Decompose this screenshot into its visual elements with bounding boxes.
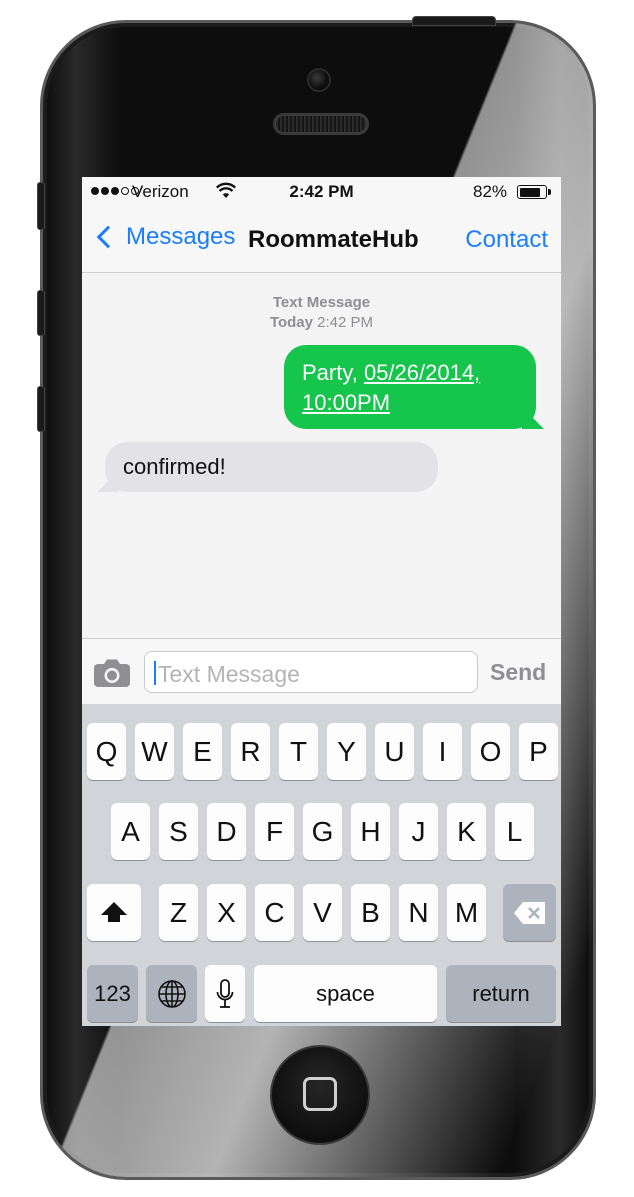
volume-up-button xyxy=(37,290,45,336)
chevron-left-icon xyxy=(96,225,120,249)
letter-key[interactable]: G xyxy=(303,803,342,860)
letter-key[interactable]: X xyxy=(207,884,246,941)
space-key[interactable]: space xyxy=(254,965,437,1022)
message-timestamp: Text Message Today 2:42 PM xyxy=(82,293,561,333)
letter-key[interactable]: J xyxy=(399,803,438,860)
message-type-label: Text Message xyxy=(272,294,371,311)
letter-key[interactable]: H xyxy=(351,803,390,860)
dictation-key[interactable] xyxy=(205,965,245,1022)
letter-key[interactable]: N xyxy=(399,884,438,941)
letter-key[interactable]: T xyxy=(279,723,318,780)
battery-percentage: 82% xyxy=(473,182,508,201)
sent-message-text: Party, xyxy=(302,360,364,385)
letter-key[interactable]: F xyxy=(255,803,294,860)
send-button[interactable]: Send xyxy=(490,659,546,686)
letter-key[interactable]: R xyxy=(231,723,270,780)
message-day: Today xyxy=(269,314,313,331)
battery-icon xyxy=(517,185,551,199)
contact-button[interactable]: Contact xyxy=(465,226,548,254)
letter-key[interactable]: A xyxy=(111,803,150,860)
message-time: 2:42 PM xyxy=(317,314,374,331)
front-camera xyxy=(307,68,331,92)
message-date-label: Today 2:42 PM xyxy=(82,313,561,333)
camera-icon[interactable] xyxy=(93,658,131,688)
sleep-button xyxy=(412,16,496,26)
received-message-bubble[interactable]: confirmed! xyxy=(105,442,438,492)
letter-key[interactable]: L xyxy=(495,803,534,860)
letter-key[interactable]: W xyxy=(135,723,174,780)
letter-key[interactable]: O xyxy=(471,723,510,780)
letter-key[interactable]: C xyxy=(255,884,294,941)
globe-key[interactable] xyxy=(146,965,197,1022)
message-input-field[interactable]: Text Message xyxy=(144,651,478,693)
letter-key[interactable]: I xyxy=(423,723,462,780)
volume-down-button xyxy=(37,386,45,432)
sent-message-bubble[interactable]: Party, 05/26/2014, 10:00PM xyxy=(284,345,536,429)
message-input-bar: Text Message Send xyxy=(82,638,561,704)
text-cursor xyxy=(154,661,156,685)
letter-key[interactable]: K xyxy=(447,803,486,860)
earpiece-speaker xyxy=(273,113,369,135)
letter-key[interactable]: V xyxy=(303,884,342,941)
numbers-key[interactable]: 123 xyxy=(87,965,138,1022)
phone-screen: Verizon 2:42 PM 82% Messages RoommateHub… xyxy=(82,177,561,1026)
keyboard: QWERTYUIOP ASDFGHJKL ZXCVBNM 123 space r… xyxy=(82,704,561,1026)
conversation-title: RoommateHub xyxy=(248,226,419,253)
back-button[interactable]: Messages xyxy=(94,223,235,251)
shift-key[interactable] xyxy=(87,884,141,941)
letter-key[interactable]: D xyxy=(207,803,246,860)
delete-icon xyxy=(513,901,545,924)
input-placeholder: Text Message xyxy=(158,661,300,687)
letter-key[interactable]: Y xyxy=(327,723,366,780)
letter-key[interactable]: E xyxy=(183,723,222,780)
delete-key[interactable] xyxy=(503,884,556,941)
mute-switch xyxy=(37,182,45,230)
globe-icon xyxy=(157,979,186,1008)
return-key[interactable]: return xyxy=(446,965,556,1022)
date-link[interactable]: 05/26/2014, xyxy=(364,360,480,385)
letter-key[interactable]: Z xyxy=(159,884,198,941)
back-label: Messages xyxy=(126,223,236,250)
received-message-text: confirmed! xyxy=(123,454,226,479)
status-bar: Verizon 2:42 PM 82% xyxy=(82,177,561,207)
navigation-bar: Messages RoommateHub Contact xyxy=(82,207,561,273)
letter-key[interactable]: P xyxy=(519,723,558,780)
letter-key[interactable]: U xyxy=(375,723,414,780)
letter-key[interactable]: S xyxy=(159,803,198,860)
microphone-icon xyxy=(216,978,234,1008)
shift-icon xyxy=(101,902,127,922)
letter-key[interactable]: M xyxy=(447,884,486,941)
time-link[interactable]: 10:00PM xyxy=(302,390,390,415)
home-button-icon xyxy=(303,1077,337,1111)
letter-key[interactable]: B xyxy=(351,884,390,941)
letter-key[interactable]: Q xyxy=(87,723,126,780)
